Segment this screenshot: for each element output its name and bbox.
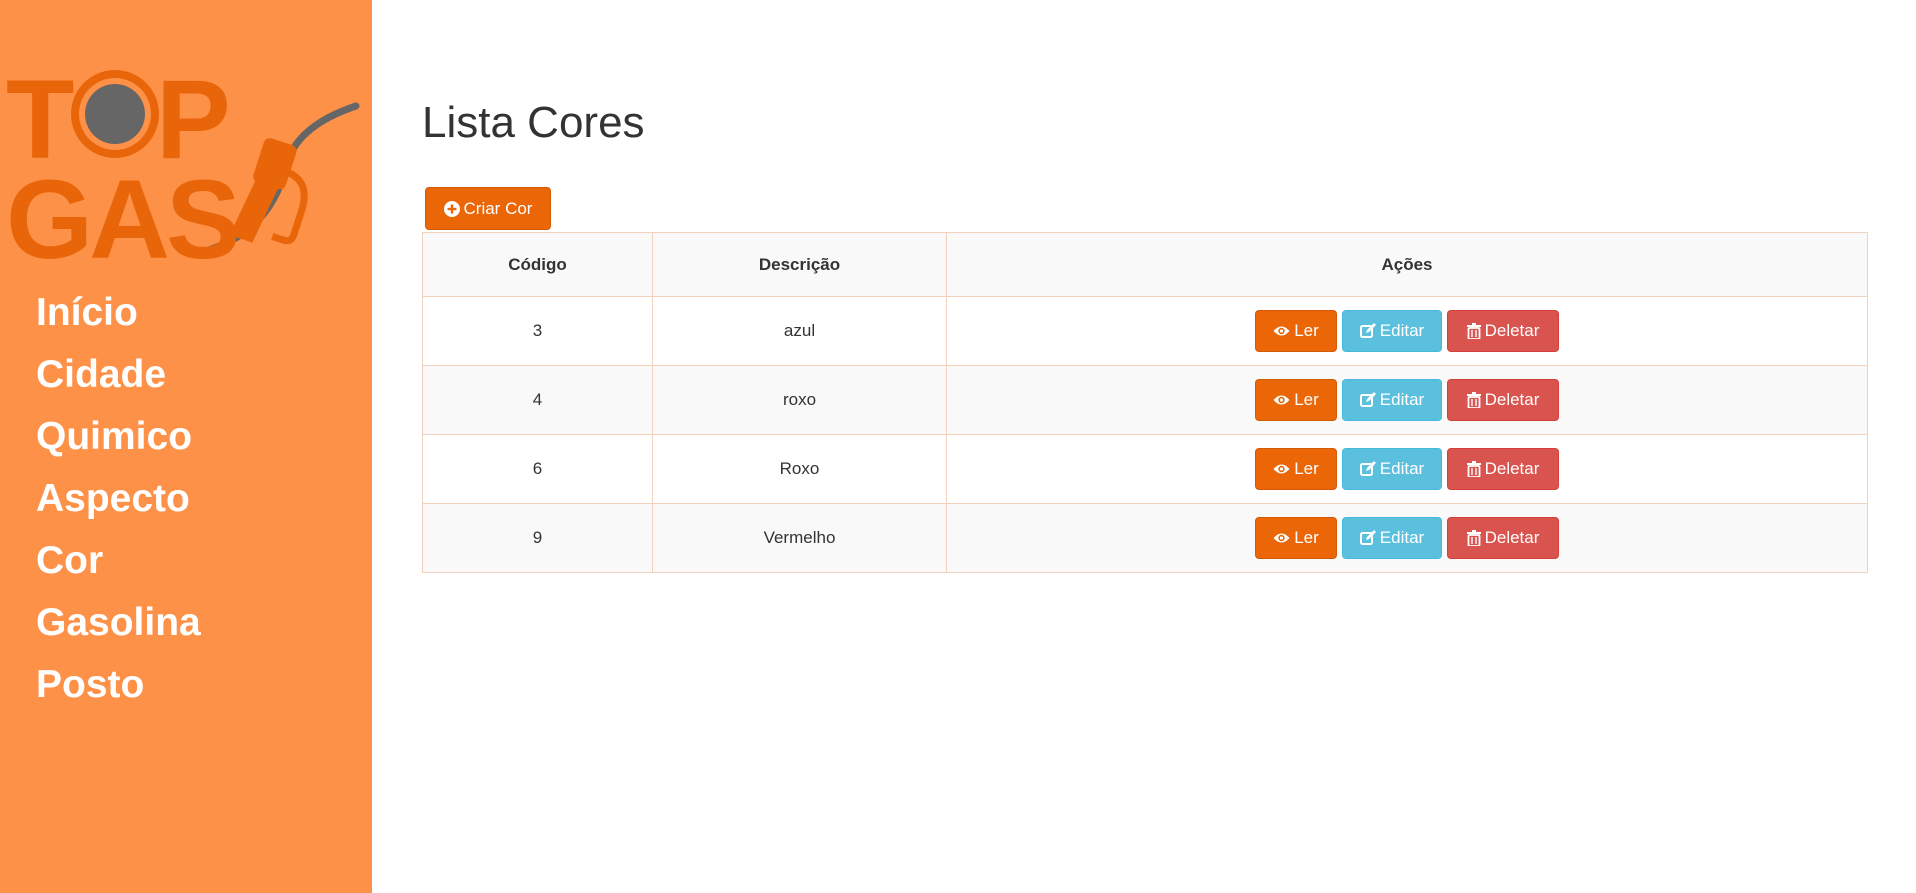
trash-icon	[1466, 392, 1481, 408]
read-button[interactable]: Ler	[1255, 310, 1337, 352]
edit-button[interactable]: Editar	[1342, 310, 1442, 352]
cell-descricao: roxo	[652, 365, 947, 435]
trash-icon	[1466, 461, 1481, 477]
edit-icon	[1359, 392, 1376, 407]
svg-text:GAS: GAS	[6, 157, 237, 262]
read-button[interactable]: Ler	[1255, 379, 1337, 421]
create-color-label: Criar Cor	[463, 198, 533, 218]
row-actions: Ler Editar Deletar	[1255, 517, 1559, 559]
row-actions: Ler Editar Deletar	[1255, 448, 1559, 490]
top-gas-logo[interactable]: T P GAS	[6, 56, 368, 262]
eye-icon	[1273, 326, 1290, 336]
read-button[interactable]: Ler	[1255, 517, 1337, 559]
edit-icon	[1359, 461, 1376, 476]
cell-descricao: Roxo	[652, 434, 947, 504]
delete-label: Deletar	[1484, 528, 1540, 547]
edit-label: Editar	[1379, 390, 1425, 409]
eye-icon	[1273, 533, 1290, 543]
colors-table: Código Descrição Ações 3 azul Ler Editar…	[422, 232, 1868, 573]
table-header-row: Código Descrição Ações	[422, 232, 1868, 297]
sidebar-item-quimico[interactable]: Quimico	[36, 406, 201, 468]
sidebar-item-gasolina[interactable]: Gasolina	[36, 592, 201, 654]
read-label: Ler	[1294, 390, 1319, 409]
edit-button[interactable]: Editar	[1342, 517, 1442, 559]
table-row: 4 roxo Ler Editar Deletar	[422, 365, 1868, 435]
read-button[interactable]: Ler	[1255, 448, 1337, 490]
header-descricao: Descrição	[652, 232, 947, 297]
sidebar-item-cidade[interactable]: Cidade	[36, 344, 201, 406]
create-color-button[interactable]: Criar Cor	[425, 187, 551, 230]
delete-button[interactable]: Deletar	[1447, 379, 1559, 421]
read-label: Ler	[1294, 459, 1319, 478]
sidebar-item-cor[interactable]: Cor	[36, 530, 201, 592]
eye-icon	[1273, 464, 1290, 474]
row-actions: Ler Editar Deletar	[1255, 379, 1559, 421]
delete-button[interactable]: Deletar	[1447, 310, 1559, 352]
eye-icon	[1273, 395, 1290, 405]
sidebar-nav: Início Cidade Quimico Aspecto Cor Gasoli…	[36, 282, 201, 716]
cell-acoes: Ler Editar Deletar	[946, 296, 1868, 366]
delete-button[interactable]: Deletar	[1447, 517, 1559, 559]
cell-codigo: 3	[422, 296, 653, 366]
sidebar-item-inicio[interactable]: Início	[36, 282, 201, 344]
delete-label: Deletar	[1484, 390, 1540, 409]
trash-icon	[1466, 323, 1481, 339]
table-row: 9 Vermelho Ler Editar Deletar	[422, 503, 1868, 573]
plus-circle-icon	[443, 200, 460, 217]
header-acoes: Ações	[946, 232, 1868, 297]
edit-button[interactable]: Editar	[1342, 448, 1442, 490]
cell-descricao: azul	[652, 296, 947, 366]
sidebar-item-posto[interactable]: Posto	[36, 654, 201, 716]
edit-label: Editar	[1379, 321, 1425, 340]
read-label: Ler	[1294, 528, 1319, 547]
edit-button[interactable]: Editar	[1342, 379, 1442, 421]
trash-icon	[1466, 530, 1481, 546]
cell-codigo: 6	[422, 434, 653, 504]
cell-acoes: Ler Editar Deletar	[946, 365, 1868, 435]
main-content: Lista Cores Criar Cor Código Descrição A…	[372, 0, 1916, 893]
sidebar-item-aspecto[interactable]: Aspecto	[36, 468, 201, 530]
delete-label: Deletar	[1484, 321, 1540, 340]
read-label: Ler	[1294, 321, 1319, 340]
row-actions: Ler Editar Deletar	[1255, 310, 1559, 352]
cell-acoes: Ler Editar Deletar	[946, 434, 1868, 504]
table-row: 6 Roxo Ler Editar Deletar	[422, 434, 1868, 504]
edit-label: Editar	[1379, 459, 1425, 478]
cell-codigo: 4	[422, 365, 653, 435]
delete-label: Deletar	[1484, 459, 1540, 478]
edit-icon	[1359, 530, 1376, 545]
cell-acoes: Ler Editar Deletar	[946, 503, 1868, 573]
cell-descricao: Vermelho	[652, 503, 947, 573]
delete-button[interactable]: Deletar	[1447, 448, 1559, 490]
edit-label: Editar	[1379, 528, 1425, 547]
sidebar: T P GAS Início Cidade Quimico Aspecto Co…	[0, 0, 372, 893]
table-row: 3 azul Ler Editar Deletar	[422, 296, 1868, 366]
edit-icon	[1359, 323, 1376, 338]
page-title: Lista Cores	[422, 98, 645, 147]
header-codigo: Código	[422, 232, 653, 297]
cell-codigo: 9	[422, 503, 653, 573]
